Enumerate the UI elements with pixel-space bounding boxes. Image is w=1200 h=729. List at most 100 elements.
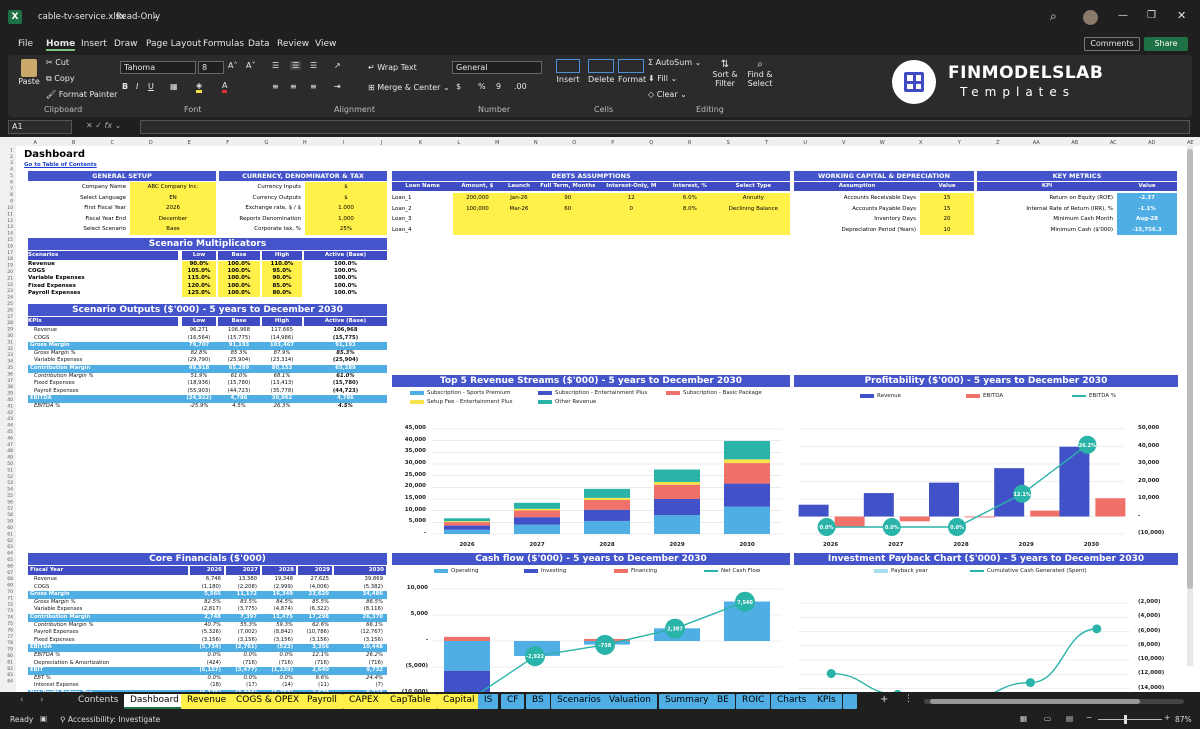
toc-link[interactable]: Go to Table of Contents [24,160,97,171]
debts-cell[interactable] [536,224,600,236]
insert-cells-button[interactable]: Insert [556,59,580,84]
scen-cell[interactable]: 80.0% [262,289,302,297]
scen-cell[interactable]: 110.0% [262,261,302,269]
debts-cell[interactable] [453,214,502,225]
restore-icon[interactable]: ❐ [1147,10,1156,21]
general-value[interactable]: Base [130,224,216,235]
scen-cell[interactable]: 95.0% [262,268,302,276]
scen-cell[interactable]: 100.0% [218,282,260,290]
horizontal-scrollbar-thumb[interactable] [930,699,1140,704]
merge-center-button[interactable]: ⊞ Merge & Center ⌄ [368,83,450,92]
debts-cell[interactable]: 90 [536,193,600,204]
comma-icon[interactable]: 9 [496,82,501,91]
align-top-icon[interactable]: ☰ [272,61,279,70]
sheet-tab[interactable]: ROIC [736,694,771,709]
sheet-tab-overflow[interactable] [843,694,857,709]
scen-cell[interactable]: 120.0% [182,282,216,290]
menu-review[interactable]: Review [277,39,309,49]
percent-icon[interactable]: % [478,82,486,91]
debts-cell[interactable]: Declining Balance [716,203,790,215]
autosum-button[interactable]: Σ AutoSum ⌄ [648,58,701,67]
formula-input[interactable] [140,120,1190,134]
copy-button[interactable]: ⧉ Copy [46,74,75,84]
wc-value[interactable]: 15 [920,203,974,215]
search-icon[interactable]: ⌕ [1050,9,1057,24]
sheet-tab[interactable]: BS [526,694,550,709]
orientation-icon[interactable]: ↗ [334,61,341,70]
close-icon[interactable]: ✕ [1177,9,1186,22]
sheet-tab[interactable]: CAPEX [343,694,385,709]
menu-data[interactable]: Data [248,39,270,49]
font-name-select[interactable]: Tahoma [120,61,196,74]
sheet-tab[interactable]: KPIs [811,694,842,709]
align-left-icon[interactable]: ≡ [272,82,279,91]
menu-view[interactable]: View [315,39,336,49]
sheet-tab[interactable]: COGS & OPEX [230,694,306,709]
debts-cell[interactable] [536,214,600,225]
find-select-button[interactable]: ⌕ Find & Select [744,59,776,88]
scen-cell[interactable]: 115.0% [182,275,216,283]
debts-cell[interactable] [501,224,537,236]
debts-cell[interactable]: 200,000 [453,193,502,204]
borders-icon[interactable]: ▦ [170,82,178,91]
sheet-tab[interactable]: Valuation [603,694,657,709]
currency-value[interactable]: $ [305,192,387,204]
menu-page-layout[interactable]: Page Layout [146,39,201,49]
align-middle-icon[interactable]: ☰ [290,61,302,70]
debts-cell[interactable] [716,224,790,236]
scen-cell[interactable]: 100.0% [218,268,260,276]
font-size-select[interactable]: 8 [198,61,224,74]
general-value[interactable]: 2026 [130,203,216,214]
debts-cell[interactable] [599,214,664,225]
debts-cell[interactable]: 60 [536,203,600,215]
number-format-select[interactable]: General [452,61,542,74]
zoom-slider-thumb[interactable] [1124,715,1127,724]
align-bottom-icon[interactable]: ☰ [310,61,317,70]
sheet-tab[interactable]: CF [501,694,525,709]
scen-cell[interactable]: 100.0% [218,289,260,297]
currency-value[interactable]: 1,000 [305,213,387,225]
sheet-tab[interactable]: Payroll [301,694,343,709]
debts-cell[interactable] [453,224,502,236]
scen-cell[interactable]: 100.0% [218,275,260,283]
zoom-level[interactable]: 87% [1175,715,1192,724]
excel-logo-icon[interactable]: X [8,10,22,24]
wc-value[interactable]: 20 [920,214,974,225]
decimal-icon[interactable]: .00 [514,82,527,91]
scen-cell[interactable]: 85.0% [262,282,302,290]
delete-cells-button[interactable]: Delete [588,59,614,84]
menu-draw[interactable]: Draw [114,39,138,49]
avatar[interactable] [1083,10,1098,25]
debts-cell[interactable] [501,214,537,225]
wc-value[interactable]: 10 [920,224,974,236]
zoom-slider[interactable] [1098,715,1162,724]
underline-icon[interactable]: U [148,82,154,91]
sheet-tab[interactable]: Charts [771,694,813,709]
sheet-tab[interactable]: CapTable [384,694,437,709]
cut-button[interactable]: ✂ Cut [46,58,69,67]
tab-scroll-left-icon[interactable]: ‹ [20,695,24,705]
currency-value[interactable]: 1.000 [305,203,387,214]
sheet-tab[interactable]: Dashboard [124,694,185,709]
debts-cell[interactable] [663,224,717,236]
debts-cell[interactable] [599,224,664,236]
currency-value[interactable]: $ [305,182,387,193]
font-color-icon[interactable]: A [222,81,228,93]
fill-color-icon[interactable]: ◈ [196,81,203,93]
sheet-tab[interactable]: Summary [659,694,715,709]
clear-button[interactable]: ◇ Clear ⌄ [648,90,687,99]
debts-cell[interactable]: Annuity [716,193,790,204]
menu-insert[interactable]: Insert [81,39,107,49]
scen-cell[interactable]: 100.0% [218,261,260,269]
wc-value[interactable]: 15 [920,193,974,204]
macro-icon[interactable]: ▣ [40,714,47,723]
scen-cell[interactable]: 105.0% [182,268,216,276]
currency-icon[interactable]: $ [456,82,461,91]
menu-home[interactable]: Home [46,39,76,51]
tab-more-icon[interactable]: ⋮ [904,694,913,704]
menu-file[interactable]: File [18,39,33,49]
view-layout-icon[interactable]: ▭ [1044,714,1051,723]
general-value[interactable]: EN [130,192,216,204]
sheet-tab[interactable]: Scenarios [551,694,607,709]
debts-cell[interactable]: 100,000 [453,203,502,215]
